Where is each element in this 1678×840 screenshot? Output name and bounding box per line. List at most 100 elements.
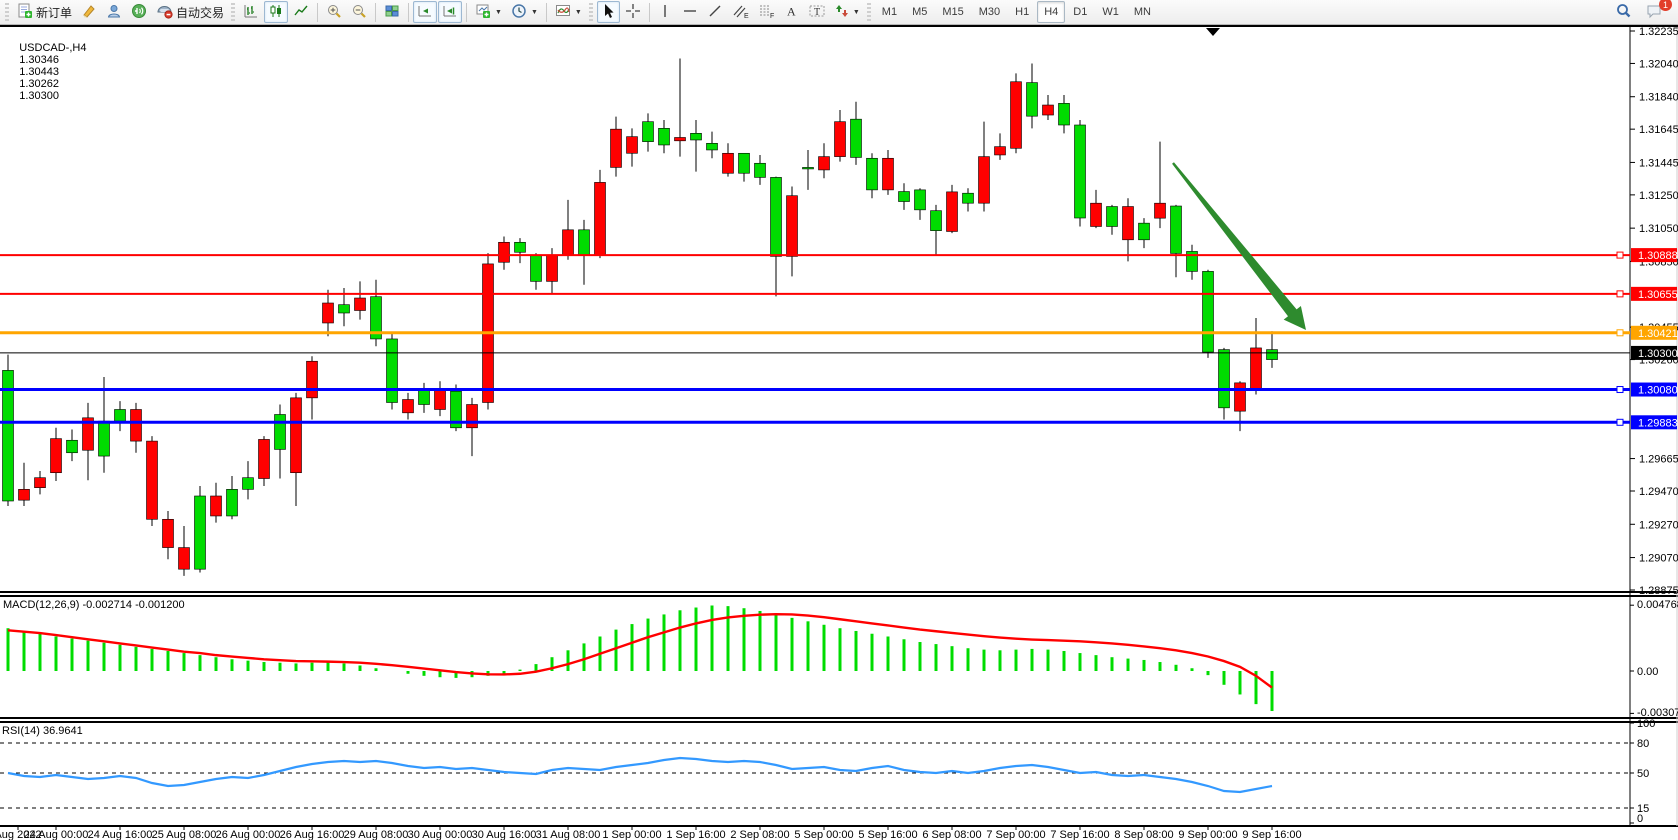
profile-button[interactable] [102,1,126,23]
highlighter-button[interactable] [77,1,101,23]
candle-body [1155,203,1166,218]
timeframe-button-m1[interactable]: M1 [875,1,904,23]
candle-body [643,122,654,142]
time-label: 24 Aug 00:00 [24,829,89,840]
time-label: 5 Sep 00:00 [794,829,853,840]
trendline-button[interactable] [703,1,727,23]
horizontal-lines[interactable]: 1.308881.306551.304211.303001.300801.298… [0,248,1678,429]
auto-scroll-icon [417,3,433,22]
equidistant-channel-button[interactable]: E [728,1,753,23]
tile-windows-icon [384,3,400,22]
notification-badge: 1 [1659,0,1672,11]
line-handle[interactable] [1617,252,1623,258]
timeframe-button-w1[interactable]: W1 [1095,1,1126,23]
time-label: 26 Aug 00:00 [216,829,281,840]
toolbar-grip [5,3,9,21]
svg-text:1.31050: 1.31050 [1639,223,1678,235]
new-chart-button[interactable]: ▼ [471,1,506,23]
candle-body [211,496,222,516]
time-label: 30 Aug 00:00 [408,829,473,840]
time-label: 31 Aug 08:00 [536,829,601,840]
candle-body [1075,125,1086,218]
search-icon [1615,2,1632,22]
tile-windows-button[interactable] [380,1,404,23]
candle-body [1043,105,1054,115]
svg-text:100: 100 [1637,718,1655,730]
candle-body [1203,271,1214,352]
candle-body [387,339,398,403]
crosshair-button[interactable] [621,1,645,23]
text-button[interactable]: A [780,1,803,23]
vertical-line-button[interactable] [654,1,677,23]
candle-body [67,440,78,452]
timeframe-button-d1[interactable]: D1 [1066,1,1094,23]
toolbar-separator [466,3,467,22]
price-label-text: 1.30888 [1638,250,1678,262]
timeframe-button-m5[interactable]: M5 [905,1,934,23]
time-label: 24 Aug 16:00 [88,829,153,840]
toolbar: 新订单 自动交易 [0,0,1678,25]
line-handle[interactable] [1617,387,1623,393]
chart-shift-marker[interactable] [1206,28,1220,36]
timeframe-button-m30[interactable]: M30 [972,1,1007,23]
price-label-text: 1.30655 [1638,289,1678,301]
price-label-text: 1.30080 [1638,385,1678,397]
timeframe-button-h1[interactable]: H1 [1008,1,1036,23]
candle-body [787,196,798,257]
cursor-button[interactable] [597,1,620,23]
notifications-button[interactable]: 1 [1642,1,1667,23]
line-handle[interactable] [1617,419,1623,425]
candle-body [1011,82,1022,149]
candlestick-chart-button[interactable] [264,1,288,23]
candle-body [723,153,734,173]
cursor-icon [601,3,615,22]
timeframe-button-m15[interactable]: M15 [935,1,970,23]
horizontal-line-icon [682,3,698,22]
chart-shift-button[interactable] [438,1,462,23]
time-label: 1 Sep 16:00 [666,829,725,840]
candle-body [259,439,270,478]
chevron-down-icon: ▼ [853,9,860,16]
candle-body [867,158,878,190]
indicators-button[interactable]: ▼ [551,1,586,23]
text-label-button[interactable]: T [804,1,830,23]
line-handle[interactable] [1617,291,1623,297]
candle-body [627,137,638,154]
toolbar-separator [649,3,650,22]
candle-body [1139,223,1150,240]
bar-chart-button[interactable] [239,1,263,23]
line-handle[interactable] [1617,330,1623,336]
fibonacci-button[interactable]: F [754,1,779,23]
horizontal-line-button[interactable] [678,1,702,23]
auto-scroll-button[interactable] [413,1,437,23]
candle-body [1251,348,1262,390]
auto-trading-button[interactable]: 自动交易 [152,1,228,23]
new-order-button[interactable]: 新订单 [13,1,76,23]
new-order-label: 新订单 [36,4,72,21]
candle-body [659,128,670,145]
zoom-in-button[interactable] [322,1,346,23]
candle-body [771,177,782,256]
quote-open: 1.30346 [19,54,59,66]
periods-button[interactable]: ▼ [507,1,542,23]
trendline-icon [707,3,723,22]
timeframe-button-mn[interactable]: MN [1127,1,1158,23]
line-chart-button[interactable] [289,1,313,23]
broadcast-button[interactable] [127,1,151,23]
svg-text:0.004768: 0.004768 [1637,599,1678,611]
price-axis[interactable]: 1.322351.320401.318401.316451.314451.312… [1630,26,1678,597]
zoom-out-button[interactable] [347,1,371,23]
arrows-button[interactable]: ▼ [831,1,864,23]
candle-body [675,137,686,140]
time-label: 30 Aug 16:00 [472,829,537,840]
chart-canvas[interactable]: 1.322351.320401.318401.316451.314451.312… [0,0,1678,840]
candle-body [1027,83,1038,117]
timeframe-button-h4[interactable]: H4 [1037,1,1065,23]
svg-text:1.31645: 1.31645 [1639,124,1678,136]
search-button[interactable] [1611,1,1636,23]
candle-body [1171,206,1182,253]
candle-body [1219,350,1230,408]
time-axis[interactable]: Aug 202224 Aug 00:0024 Aug 16:0025 Aug 0… [0,826,1302,840]
candle-body [803,167,814,169]
candle-body [563,230,574,255]
